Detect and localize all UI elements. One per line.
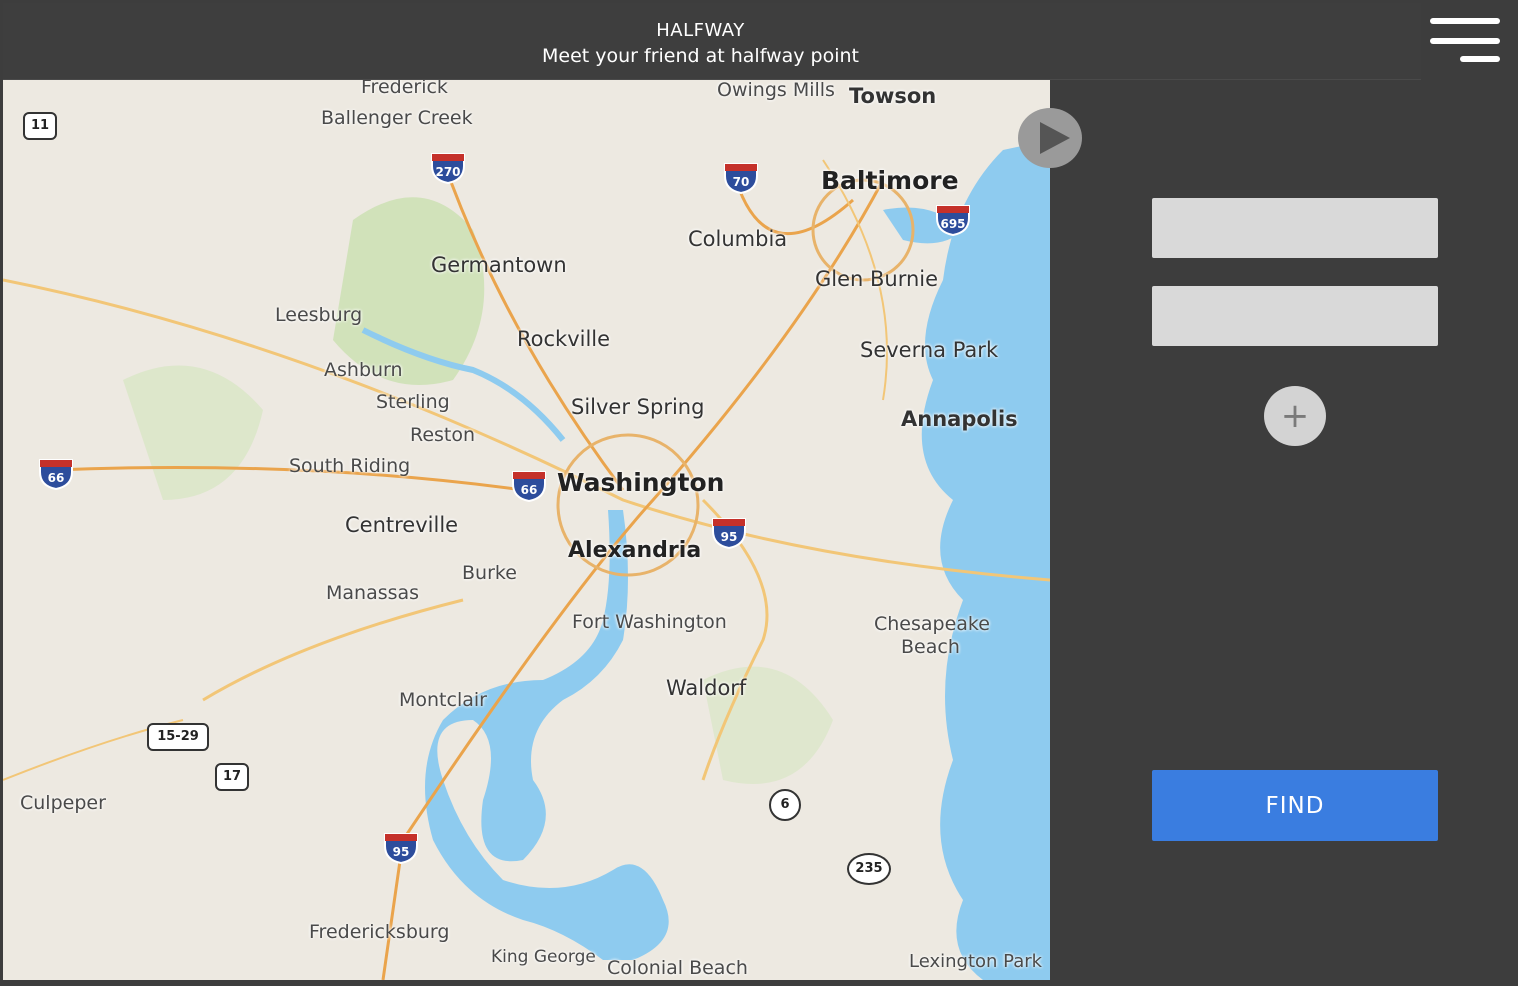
- place-label: Frederick: [361, 80, 448, 98]
- place-label: Centreville: [345, 513, 459, 537]
- place-label: South Riding: [289, 455, 411, 477]
- interstate-shield: 70: [723, 162, 758, 194]
- find-button[interactable]: FIND: [1152, 770, 1438, 841]
- place-label: Beach: [901, 636, 960, 658]
- interstate-shield: 95: [711, 517, 746, 549]
- us-route-shield: 17: [215, 763, 249, 791]
- interstate-shield: 66: [511, 470, 546, 502]
- place-label: Alexandria: [568, 538, 702, 563]
- place-label: Fredericksburg: [309, 921, 450, 943]
- interstate-shield: 66: [38, 458, 73, 490]
- add-address-button[interactable]: +: [1264, 386, 1326, 446]
- place-label: Rockville: [517, 327, 611, 351]
- play-icon[interactable]: [1018, 108, 1082, 168]
- place-label: Annapolis: [901, 407, 1018, 431]
- place-label: Germantown: [431, 253, 567, 277]
- place-label: Waldorf: [666, 676, 747, 700]
- state-route-marker: 6: [769, 789, 801, 821]
- place-label: Colonial Beach: [607, 957, 748, 979]
- interstate-shield: 270: [430, 152, 465, 184]
- svg-text:70: 70: [733, 175, 750, 189]
- place-label: Glen Burnie: [815, 267, 939, 291]
- svg-text:95: 95: [721, 530, 738, 544]
- place-label: Towson: [849, 84, 937, 108]
- place-label: Manassas: [326, 582, 420, 604]
- svg-text:270: 270: [435, 165, 460, 179]
- place-label: Ashburn: [324, 359, 403, 381]
- hamburger-menu-icon[interactable]: [1430, 18, 1502, 64]
- state-route-marker: 235: [847, 853, 891, 885]
- place-label: Sterling: [376, 391, 450, 413]
- place-label: Baltimore: [821, 166, 959, 195]
- place-label: King George: [491, 947, 596, 967]
- place-label: Culpeper: [20, 792, 106, 814]
- place-label: Owings Mills: [717, 80, 835, 101]
- svg-text:695: 695: [940, 217, 965, 231]
- place-label: Leesburg: [275, 304, 363, 326]
- address-input-2[interactable]: [1152, 286, 1438, 346]
- map-base: [3, 140, 1050, 980]
- place-label: Montclair: [399, 689, 487, 711]
- place-label: Reston: [410, 424, 476, 446]
- place-label: Washington: [557, 468, 725, 497]
- interstate-shield: 95: [383, 832, 418, 864]
- place-label: Ballenger Creek: [321, 107, 473, 129]
- us-route-shield: 11: [23, 112, 57, 140]
- place-label: Fort Washington: [572, 611, 727, 633]
- plus-icon: +: [1280, 396, 1310, 436]
- place-label: Chesapeake: [874, 613, 990, 635]
- svg-text:95: 95: [393, 845, 410, 859]
- app-title: HALFWAY: [656, 20, 745, 41]
- app-header: HALFWAY Meet your friend at halfway poin…: [3, 3, 1421, 80]
- place-label: Silver Spring: [571, 395, 705, 419]
- address-input-1[interactable]: [1152, 198, 1438, 258]
- interstate-shield: 695: [935, 204, 970, 236]
- place-label: Lexington Park: [909, 951, 1043, 972]
- map[interactable]: Frederick Ballenger Creek Owings Mills T…: [3, 80, 1050, 980]
- place-label: Columbia: [688, 227, 788, 251]
- app-subtitle: Meet your friend at halfway point: [541, 45, 859, 67]
- svg-text:66: 66: [48, 471, 65, 485]
- svg-text:66: 66: [521, 483, 538, 497]
- place-label: Burke: [462, 562, 517, 584]
- us-route-shield: 15-29: [147, 723, 209, 751]
- place-label: Severna Park: [860, 338, 999, 362]
